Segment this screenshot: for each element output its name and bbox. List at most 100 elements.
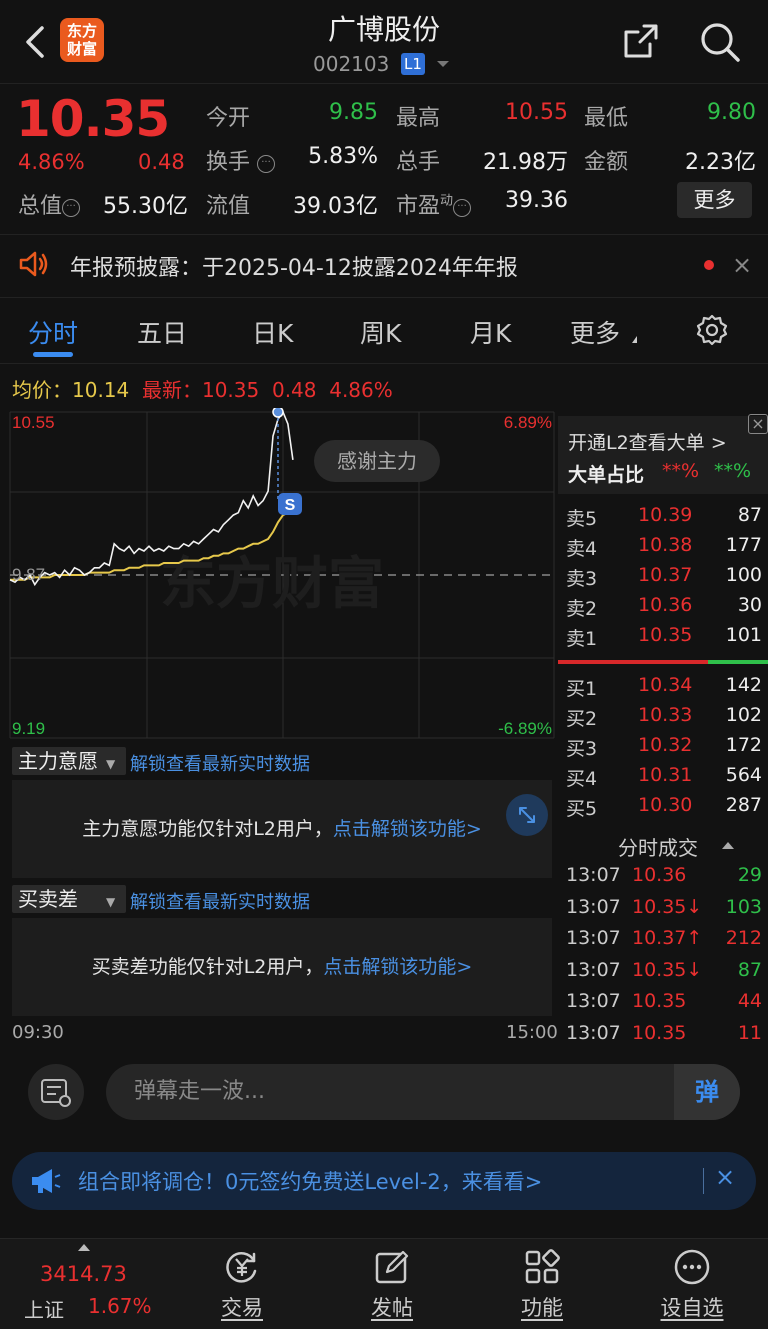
nav-watchlist[interactable]: 设自选: [647, 1248, 737, 1322]
ask-row[interactable]: 卖3 10.37 100: [566, 564, 762, 594]
trade-row[interactable]: 13:07 10.37↑ 212: [566, 927, 762, 957]
share-icon[interactable]: [620, 20, 662, 62]
trade-row[interactable]: 13:07 10.35 44: [566, 990, 762, 1020]
nav-trade[interactable]: 交易: [197, 1248, 287, 1322]
trade-volume: 212: [725, 927, 762, 949]
nav-post[interactable]: 发帖: [347, 1248, 437, 1322]
search-icon[interactable]: [698, 20, 742, 64]
bid-row[interactable]: 买2 10.33 102: [566, 704, 762, 734]
trade-time: 13:07: [566, 864, 621, 886]
amount-label: 金额: [584, 150, 629, 175]
unlock-link[interactable]: 解锁查看最新实时数据: [130, 888, 310, 914]
bid-level: 买4: [566, 768, 598, 790]
info-icon[interactable]: ···: [62, 199, 81, 217]
ask-level: 卖2: [566, 598, 598, 620]
trade-row[interactable]: 13:07 10.35 11: [566, 1022, 762, 1052]
nav-trade-label: 交易: [221, 1296, 263, 1320]
latest-change: 0.48: [271, 378, 317, 402]
edit-icon: [375, 1250, 409, 1284]
ask-volume: 177: [725, 534, 762, 556]
l2-upgrade-text[interactable]: 开通L2查看大单 >: [568, 428, 727, 455]
bid-row[interactable]: 买4 10.31 564: [566, 764, 762, 794]
y-top-label: 10.55: [12, 413, 55, 432]
ask-row[interactable]: 卖5 10.39 87: [566, 504, 762, 534]
send-comment-button[interactable]: 弹: [674, 1064, 740, 1120]
ask-volume: 100: [725, 564, 762, 586]
comment-input[interactable]: 弹幕走一波...: [106, 1064, 740, 1120]
spread-message: 买卖差功能仅针对L2用户，: [91, 956, 324, 978]
unlock-action-link[interactable]: 点击解锁该功能>: [323, 956, 472, 978]
unlock-action-link[interactable]: 点击解锁该功能>: [333, 818, 482, 840]
pct-bottom-label: -6.89%: [498, 719, 552, 738]
float-value: 39.03亿: [293, 194, 378, 219]
trade-time: 13:07: [566, 958, 621, 981]
mktcap-label: 总值 ···: [18, 188, 81, 220]
close-icon[interactable]: ×: [715, 1163, 735, 1191]
change-percent: 4.86%: [18, 150, 85, 174]
trades-collapse-icon[interactable]: [722, 842, 734, 849]
gear-icon[interactable]: [695, 313, 729, 347]
turnover-value: 5.83%: [308, 144, 378, 169]
ask-row[interactable]: 卖1 10.35 101: [566, 624, 762, 654]
tab-five-day[interactable]: 五日: [137, 314, 187, 350]
index-expand-icon[interactable]: [78, 1244, 90, 1251]
more-quote-button[interactable]: 更多: [677, 182, 752, 218]
trade-row[interactable]: 13:07 10.36 29: [566, 864, 762, 894]
announcement-text[interactable]: 年报预披露：于2025-04-12披露2024年年报: [70, 250, 518, 282]
yen-refresh-icon: [226, 1252, 257, 1283]
active-tab-indicator: [33, 352, 73, 357]
trades-title[interactable]: 分时成交: [618, 832, 698, 861]
ask-row[interactable]: 卖4 10.38 177: [566, 534, 762, 564]
bid-row[interactable]: 买1 10.34 142: [566, 674, 762, 704]
expand-icon[interactable]: [506, 794, 548, 836]
comment-settings-icon[interactable]: [28, 1064, 84, 1120]
level-badge[interactable]: L1: [401, 53, 425, 75]
ask-level: 卖4: [566, 538, 598, 560]
spread-panel[interactable]: 买卖差功能仅针对L2用户，点击解锁该功能>: [12, 918, 552, 1016]
tab-intraday[interactable]: 分时: [28, 314, 78, 350]
avg-price-label: 均价：: [12, 378, 72, 402]
bid-row[interactable]: 买5 10.30 287: [566, 794, 762, 824]
index-value[interactable]: 3414.73: [40, 1262, 127, 1286]
tab-day-k[interactable]: 日K: [252, 314, 293, 350]
index-name[interactable]: 上证: [24, 1294, 64, 1323]
trade-row[interactable]: 13:07 10.35↓ 87: [566, 959, 762, 989]
main-intent-message: 主力意愿功能仅针对L2用户，: [82, 818, 333, 840]
buy-pressure-bar: [558, 660, 708, 664]
trade-price: 10.35: [632, 1021, 687, 1044]
bid-volume: 102: [725, 704, 762, 726]
info-icon[interactable]: ···: [453, 199, 472, 217]
open-value: 9.85: [329, 100, 378, 125]
logo-text-line1: 东方: [66, 22, 97, 40]
tab-more[interactable]: 更多: [570, 314, 620, 350]
pct-top-label: 6.89%: [504, 413, 552, 432]
signal-badge-text: S: [285, 497, 296, 514]
trade-row[interactable]: 13:07 10.35↓ 103: [566, 896, 762, 926]
spread-dropdown[interactable]: 买卖差 ▼: [12, 885, 126, 913]
info-icon[interactable]: ···: [257, 155, 276, 173]
ask-price: 10.38: [638, 534, 693, 556]
bid-level: 买3: [566, 738, 598, 760]
ask-row[interactable]: 卖2 10.36 30: [566, 594, 762, 624]
intraday-chart[interactable]: 东方财富 S 感谢主力 10.55 9.19 6.89% -6.89% 9.87: [0, 408, 558, 742]
nav-watchlist-label: 设自选: [660, 1296, 724, 1320]
nav-functions[interactable]: 功能: [497, 1248, 587, 1322]
main-intent-panel[interactable]: 主力意愿功能仅针对L2用户，点击解锁该功能>: [12, 780, 552, 878]
index-percent[interactable]: 1.67%: [88, 1294, 152, 1318]
mktcap-label-text: 总值: [18, 194, 63, 219]
main-intent-dropdown[interactable]: 主力意愿 ▼: [12, 747, 126, 775]
trade-time: 13:07: [566, 990, 621, 1012]
bid-row[interactable]: 买3 10.32 172: [566, 734, 762, 764]
tab-month-k[interactable]: 月K: [470, 314, 511, 350]
turnover-label-text: 换手: [206, 150, 251, 175]
level-dropdown-icon[interactable]: [437, 61, 449, 67]
low-value: 9.80: [707, 100, 756, 125]
time-start-label: 09:30: [12, 1022, 64, 1043]
back-arrow-icon[interactable]: [20, 22, 50, 62]
close-icon[interactable]: ×: [748, 414, 768, 434]
close-icon[interactable]: ×: [732, 251, 752, 279]
trade-volume: 29: [737, 864, 762, 886]
unlock-link[interactable]: 解锁查看最新实时数据: [130, 750, 310, 776]
tab-week-k[interactable]: 周K: [360, 314, 401, 350]
promo-text[interactable]: 组合即将调仓！0元签约免费送Level-2，来看看>: [78, 1166, 542, 1196]
